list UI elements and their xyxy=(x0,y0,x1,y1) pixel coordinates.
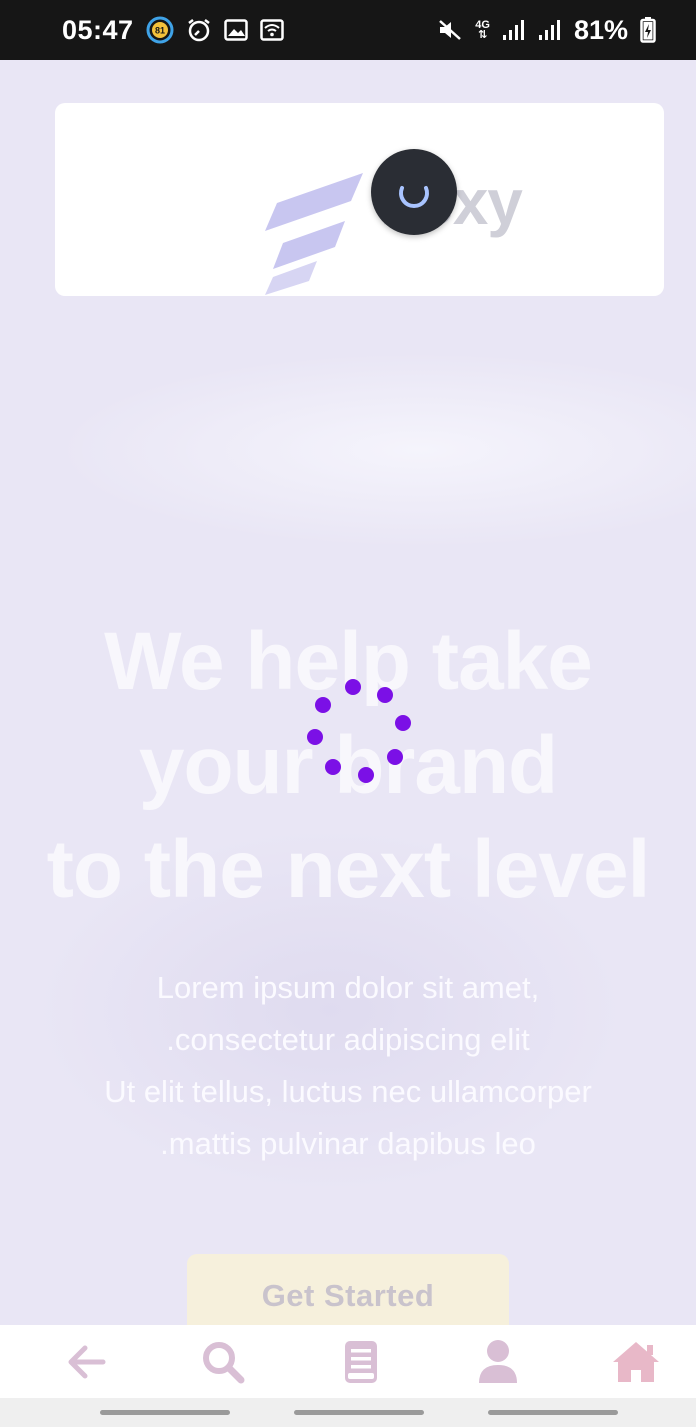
status-left: 05:47 81 xyxy=(62,15,284,46)
arrows-icon: ⇅ xyxy=(478,29,488,41)
notification-count: 81 xyxy=(155,26,165,36)
gesture-pill[interactable] xyxy=(488,1410,618,1415)
loading-dot xyxy=(377,687,393,703)
logo-mark-icon xyxy=(265,165,375,300)
book-icon xyxy=(344,1340,377,1383)
signal-icon xyxy=(538,16,562,44)
loading-dot xyxy=(387,749,403,765)
hero-subtitle: Lorem ipsum dolor sit amet, .consectetur… xyxy=(0,962,696,1170)
hero-subtitle-line: .consectetur adipiscing elit xyxy=(166,1022,530,1057)
data-transfer-icon: 4G ⇅ xyxy=(475,16,490,44)
alarm-icon xyxy=(186,16,212,44)
status-bar: 05:47 81 4G ⇅ 81% xyxy=(0,0,696,60)
status-right: 4G ⇅ 81% xyxy=(437,15,656,46)
gesture-pill[interactable] xyxy=(294,1410,424,1415)
hero-subtitle-line: .mattis pulvinar dapibus leo xyxy=(160,1126,536,1161)
nav-profile-button[interactable] xyxy=(468,1332,528,1392)
bottom-nav xyxy=(0,1325,696,1398)
data-saver-icon: 81 xyxy=(146,16,174,44)
user-icon xyxy=(479,1339,518,1383)
logo-card: Fexy xyxy=(55,103,664,296)
gesture-bar xyxy=(0,1398,696,1427)
battery-percent: 81% xyxy=(573,14,628,45)
loading-dot xyxy=(358,767,374,783)
gallery-icon xyxy=(223,16,248,44)
search-icon xyxy=(202,1341,245,1383)
signal-icon xyxy=(502,16,526,44)
loading-dot xyxy=(315,697,331,713)
hero-subtitle-line: Lorem ipsum dolor sit amet, xyxy=(156,970,540,1005)
spinner-arc-icon xyxy=(399,186,429,208)
gesture-pill[interactable] xyxy=(100,1410,230,1415)
nav-search-button[interactable] xyxy=(193,1332,253,1392)
mute-icon xyxy=(437,16,463,44)
get-started-button[interactable]: Get Started xyxy=(187,1254,509,1325)
loading-spinner xyxy=(300,675,420,795)
loading-dot xyxy=(395,715,411,731)
page-content: Fexy We help take your brand to the next… xyxy=(0,60,696,1325)
loading-dot xyxy=(325,759,341,775)
wifi-icon xyxy=(259,16,284,44)
home-icon xyxy=(613,1341,659,1382)
nav-back-button[interactable] xyxy=(55,1332,115,1392)
refresh-spinner xyxy=(371,149,457,235)
hero-subtitle-line: Ut elit tellus, luctus nec ullamcorper xyxy=(104,1074,592,1109)
hero-title-line: to the next level xyxy=(46,824,651,915)
loading-dot xyxy=(345,679,361,695)
loading-dot xyxy=(307,729,323,745)
nav-book-button[interactable] xyxy=(331,1332,391,1392)
back-arrow-icon xyxy=(68,1345,106,1378)
nav-home-button[interactable] xyxy=(606,1332,666,1392)
status-time: 05:47 xyxy=(62,14,134,45)
battery-charging-icon xyxy=(640,16,656,44)
